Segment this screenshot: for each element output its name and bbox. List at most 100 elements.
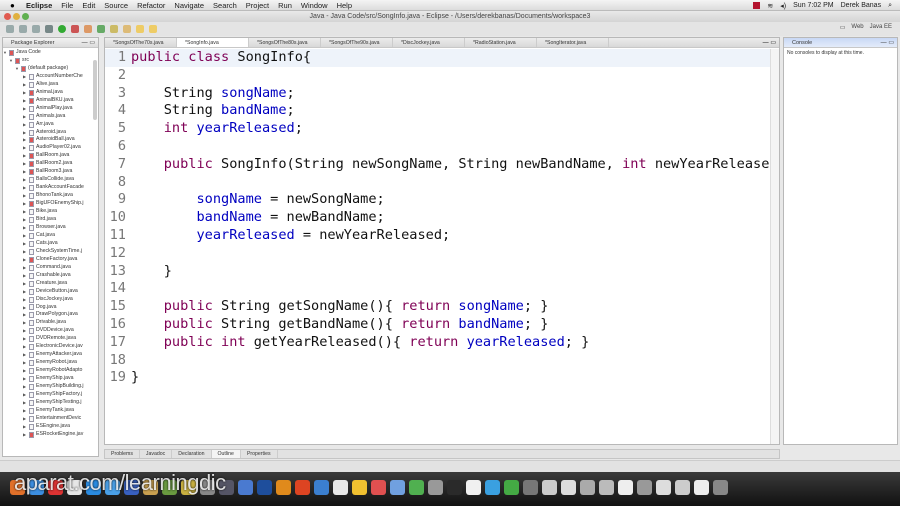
tree-file[interactable]: ▶ AudioPlayer02.java <box>3 144 98 152</box>
back-icon[interactable] <box>136 25 144 33</box>
tree-file[interactable]: ▶ DeviceButton.java <box>3 288 98 296</box>
tree-file[interactable]: ▶ EnemyTank.java <box>3 407 98 415</box>
tree-file[interactable]: ▶ AsteroidBall.java <box>3 136 98 144</box>
dock-app-icon[interactable] <box>485 480 500 495</box>
console-tab[interactable]: Console — ▭ <box>784 38 897 48</box>
tree-file[interactable]: ▶ Creature.java <box>3 280 98 288</box>
minimize-maximize-icons[interactable]: — ▭ <box>881 38 894 48</box>
minimize-maximize-icons[interactable]: — ▭ <box>82 38 95 48</box>
tree-file[interactable]: ▶ Drivable.java <box>3 319 98 327</box>
tree-file[interactable]: ▶ CloneFactory.java <box>3 256 98 264</box>
dock-app-icon[interactable] <box>694 480 709 495</box>
dock-app-icon[interactable] <box>390 480 405 495</box>
minimize-window-button[interactable] <box>13 13 20 20</box>
editor-tab[interactable]: *SongIterator.java <box>537 38 609 47</box>
menu-app[interactable]: Eclipse <box>26 1 52 10</box>
tree-file[interactable]: ▶ EnemyShipFactory.j <box>3 391 98 399</box>
dock-app-icon[interactable] <box>542 480 557 495</box>
package-tree[interactable]: ▼ Java Code ▼ src ▼ (default package) ▶ Acco… <box>3 48 98 439</box>
save-all-icon[interactable] <box>32 25 40 33</box>
dock-app-icon[interactable] <box>656 480 671 495</box>
search-icon[interactable] <box>123 25 131 33</box>
tree-file[interactable]: ▶ Dog.java <box>3 304 98 312</box>
bottom-tab-javadoc[interactable]: Javadoc <box>140 450 173 458</box>
menu-source[interactable]: Source <box>104 1 128 10</box>
tree-scrollbar[interactable] <box>93 60 97 120</box>
tree-project[interactable]: ▼ Java Code <box>3 49 98 57</box>
volume-icon[interactable]: ◂) <box>780 2 786 10</box>
code-area[interactable]: 1 public class SongInfo{2 3 String songNam… <box>105 49 779 387</box>
tree-file[interactable]: ▶ AnimalBKU.java <box>3 97 98 105</box>
open-perspective-icon[interactable]: ▭ <box>840 24 846 31</box>
save-icon[interactable] <box>19 25 27 33</box>
tree-file[interactable]: ▶ Animals.java <box>3 113 98 121</box>
tree-file[interactable]: ▶ Alive.java <box>3 81 98 89</box>
dock-app-icon[interactable] <box>352 480 367 495</box>
tree-file[interactable]: ▶ AnimalPlay.java <box>3 105 98 113</box>
new-package-icon[interactable] <box>97 25 105 33</box>
tree-file[interactable]: ▶ BallRoom2.java <box>3 160 98 168</box>
tree-file[interactable]: ▶ BigUFOEnemyShip.j <box>3 200 98 208</box>
spotlight-icon[interactable]: ⌕ <box>888 2 892 10</box>
tree-src[interactable]: ▼ src <box>3 57 98 65</box>
dock-app-icon[interactable] <box>447 480 462 495</box>
tree-file[interactable]: ▶ EnemyAttacker.java <box>3 351 98 359</box>
debug-icon[interactable] <box>45 25 53 33</box>
dock-app-icon[interactable] <box>409 480 424 495</box>
tree-file[interactable]: ▶ Animal.java <box>3 89 98 97</box>
menu-edit[interactable]: Edit <box>82 1 95 10</box>
tree-file[interactable]: ▶ ElectronicDevice.jav <box>3 343 98 351</box>
dock-app-icon[interactable] <box>333 480 348 495</box>
tree-file[interactable]: ▶ Browser.java <box>3 224 98 232</box>
menu-file[interactable]: File <box>61 1 73 10</box>
dock-app-icon[interactable] <box>257 480 272 495</box>
dock-app-icon[interactable] <box>428 480 443 495</box>
tree-file[interactable]: ▶ DrawPolygon.java <box>3 311 98 319</box>
dock-app-icon[interactable] <box>637 480 652 495</box>
tree-file[interactable]: ▶ EnemyShip.java <box>3 375 98 383</box>
dock-app-icon[interactable] <box>561 480 576 495</box>
tree-file[interactable]: ▶ Command.java <box>3 264 98 272</box>
bottom-tab-declaration[interactable]: Declaration <box>172 450 212 458</box>
clock[interactable]: Sun 7:02 PM <box>793 2 833 9</box>
forward-icon[interactable] <box>149 25 157 33</box>
tree-file[interactable]: ▶ BhonoTank.java <box>3 192 98 200</box>
tree-file[interactable]: ▶ EnemyRobot.java <box>3 359 98 367</box>
zoom-window-button[interactable] <box>22 13 29 20</box>
tree-file[interactable]: ▶ Arr.java <box>3 121 98 129</box>
dock-app-icon[interactable] <box>675 480 690 495</box>
tree-file[interactable]: ▶ EnemyShipTesting.j <box>3 399 98 407</box>
user-name[interactable]: Derek Banas <box>841 2 881 9</box>
dock-app-icon[interactable] <box>580 480 595 495</box>
editor-scrollbar[interactable] <box>770 49 779 444</box>
dock-app-icon[interactable] <box>295 480 310 495</box>
tree-file[interactable]: ▶ ESRocketEngine.jav <box>3 431 98 439</box>
new-class-icon[interactable] <box>84 25 92 33</box>
minimize-maximize-icons[interactable]: — ▭ <box>763 38 776 48</box>
tree-file[interactable]: ▶ Crashable.java <box>3 272 98 280</box>
new-icon[interactable] <box>6 25 14 33</box>
perspective-javaee[interactable]: Java EE <box>870 24 892 31</box>
dock-app-icon[interactable] <box>314 480 329 495</box>
record-icon[interactable] <box>753 2 761 9</box>
dock-app-icon[interactable] <box>504 480 519 495</box>
dock-app-icon[interactable] <box>713 480 728 495</box>
menu-search[interactable]: Search <box>213 1 237 10</box>
dock-app-icon[interactable] <box>276 480 291 495</box>
editor-tab[interactable]: *SongsOfThe80s.java <box>249 38 321 47</box>
tree-file[interactable]: ▶ BankAccountFacade <box>3 184 98 192</box>
tree-file[interactable]: ▶ Asteroid.java <box>3 129 98 137</box>
dock-app-icon[interactable] <box>523 480 538 495</box>
editor-tab[interactable]: *SongsOfThe90s.java <box>321 38 393 47</box>
tree-file[interactable]: ▶ Cats.java <box>3 240 98 248</box>
wifi-icon[interactable]: ≋ <box>767 2 773 10</box>
tree-file[interactable]: ▶ DVDDevice.java <box>3 327 98 335</box>
tree-file[interactable]: ▶ EnemyShipBuilding.j <box>3 383 98 391</box>
dock-app-icon[interactable] <box>466 480 481 495</box>
tree-package[interactable]: ▼ (default package) <box>3 65 98 73</box>
editor-tab[interactable]: *DiscJockey.java <box>393 38 465 47</box>
close-window-button[interactable] <box>4 13 11 20</box>
tree-file[interactable]: ▶ ESEngine.java <box>3 423 98 431</box>
tree-file[interactable]: ▶ EnemyRobotAdapto <box>3 367 98 375</box>
tree-file[interactable]: ▶ Bike.java <box>3 208 98 216</box>
